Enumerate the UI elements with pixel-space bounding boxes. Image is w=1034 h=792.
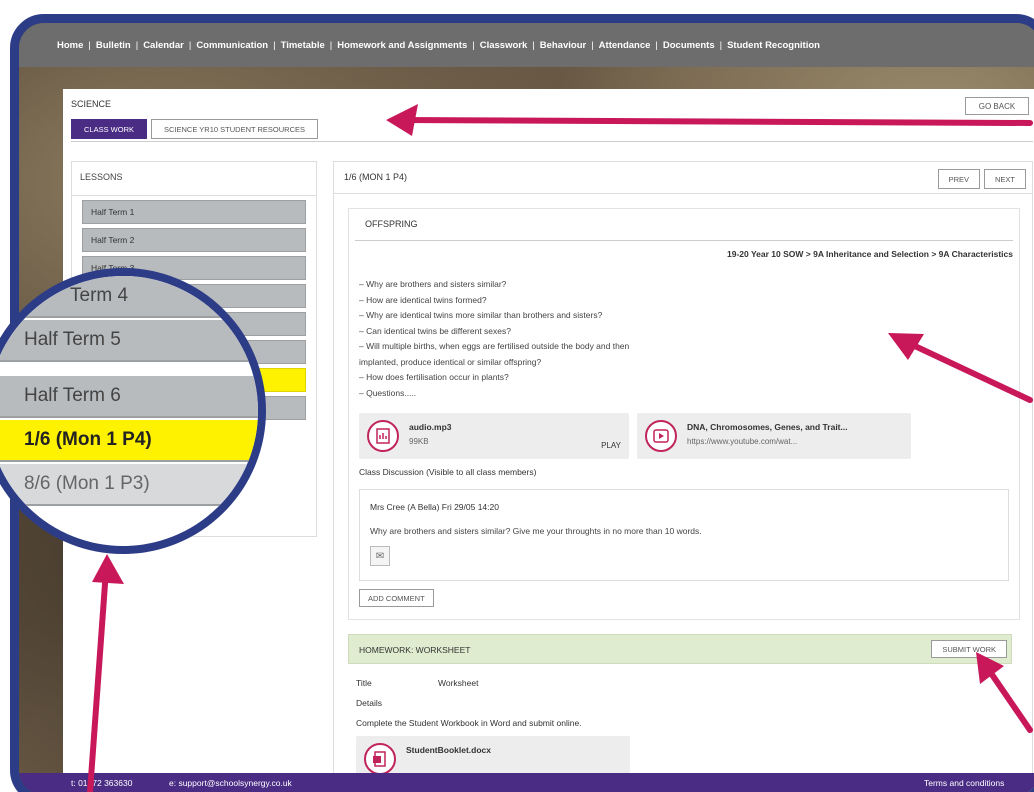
audio-filesize: 99KB: [409, 437, 429, 446]
lesson-item-half-term-2[interactable]: Half Term 2: [82, 228, 306, 252]
question-line: – Can identical twins be different sexes…: [359, 325, 511, 336]
go-back-button[interactable]: GO BACK: [965, 97, 1029, 115]
tab-bar: CLASS WORK SCIENCE YR10 STUDENT RESOURCE…: [71, 119, 319, 139]
question-line: – How are identical twins formed?: [359, 294, 487, 305]
curriculum-path: 19-20 Year 10 SOW > 9A Inheritance and S…: [727, 249, 1013, 259]
discussion-label: Class Discussion (Visible to all class m…: [359, 467, 537, 477]
tab-divider: [71, 141, 1033, 142]
footer-email[interactable]: e: support@schoolsynergy.co.uk: [169, 778, 292, 788]
nav-home[interactable]: Home: [57, 40, 83, 51]
nav-bulletin[interactable]: Bulletin: [96, 40, 131, 51]
nav-homework[interactable]: Homework and Assignments: [337, 40, 467, 51]
submit-work-button[interactable]: SUBMIT WORK: [931, 640, 1007, 658]
zoom-item-term-4: Term 4: [0, 276, 258, 318]
reply-icon[interactable]: ✉: [370, 546, 390, 566]
comment-author: Mrs Cree (A Bella) Fri 29/05 14:20: [370, 502, 499, 512]
nav-timetable[interactable]: Timetable: [281, 40, 325, 51]
tab-student-resources[interactable]: SCIENCE YR10 STUDENT RESOURCES: [151, 119, 319, 139]
homework-heading: HOMEWORK: WORKSHEET: [359, 645, 471, 655]
lessons-heading: LESSONS: [72, 162, 316, 196]
document-icon: [364, 743, 396, 775]
tab-class-work[interactable]: CLASS WORK: [71, 119, 148, 139]
footer-terms[interactable]: Terms and conditions: [924, 778, 1004, 788]
lesson-content: 1/6 (MON 1 P4) PREV NEXT OFFSPRING 19-20…: [333, 161, 1033, 792]
question-line: – How does fertilisation occur in plants…: [359, 372, 509, 382]
video-title: DNA, Chromosomes, Genes, and Trait...: [687, 422, 848, 432]
lesson-breadcrumb: 1/6 (MON 1 P4): [344, 172, 408, 182]
homework-details-label: Details: [356, 698, 382, 708]
lesson-title: OFFSPRING: [355, 209, 1013, 241]
zoom-item-half-term-6: Half Term 6: [0, 376, 258, 418]
video-url: https://www.youtube.com/wat...: [687, 437, 798, 446]
nav-attendance[interactable]: Attendance: [599, 40, 651, 51]
comment-text: Why are brothers and sisters similar? Gi…: [370, 526, 702, 536]
add-comment-button[interactable]: ADD COMMENT: [359, 589, 434, 607]
homework-bar: HOMEWORK: WORKSHEET SUBMIT WORK: [348, 634, 1012, 664]
audio-filename: audio.mp3: [409, 422, 452, 432]
worksheet-filename: StudentBooklet.docx: [406, 745, 492, 755]
audio-attachment[interactable]: audio.mp3 99KB PLAY: [359, 413, 629, 459]
lesson-card: OFFSPRING 19-20 Year 10 SOW > 9A Inherit…: [348, 208, 1020, 620]
footer-phone: t: 01272 363630: [71, 778, 133, 788]
play-button[interactable]: PLAY: [601, 441, 621, 450]
nav-calendar[interactable]: Calendar: [143, 40, 184, 51]
page-title: SCIENCE: [71, 99, 112, 109]
video-play-icon: [645, 420, 677, 452]
zoom-item-half-term-5: Half Term 5: [0, 320, 258, 362]
nav-communication[interactable]: Communication: [196, 40, 268, 51]
next-button[interactable]: NEXT: [983, 169, 1026, 189]
video-attachment[interactable]: DNA, Chromosomes, Genes, and Trait... ht…: [637, 413, 911, 459]
nav-behaviour[interactable]: Behaviour: [540, 40, 586, 51]
nav-classwork[interactable]: Classwork: [480, 40, 528, 51]
footer-bar: t: 01272 363630 e: support@schoolsynergy…: [19, 773, 1034, 792]
nav-student-recognition[interactable]: Student Recognition: [727, 40, 820, 51]
discussion-box: Mrs Cree (A Bella) Fri 29/05 14:20 Why a…: [359, 489, 1009, 581]
top-navigation: Home | Bulletin | Calendar | Communication |…: [19, 23, 1034, 67]
nav-documents[interactable]: Documents: [663, 40, 715, 51]
question-line: implanted, produce identical or similar …: [359, 356, 542, 367]
question-line: – Why are identical twins more similar t…: [359, 310, 603, 320]
zoom-item-next: 8/6 (Mon 1 P3): [0, 464, 258, 506]
question-list: – Why are brothers and sisters similar? …: [359, 277, 779, 401]
lesson-header: 1/6 (MON 1 P4) PREV NEXT: [334, 162, 1032, 194]
prev-button[interactable]: PREV: [937, 169, 980, 189]
question-line: – Questions.....: [359, 387, 417, 398]
audio-file-icon: [367, 420, 399, 452]
lesson-item-half-term-1[interactable]: Half Term 1: [82, 200, 306, 224]
homework-title-value: Worksheet: [438, 678, 479, 688]
question-line: – Will multiple births, when eggs are fe…: [359, 341, 630, 351]
zoom-item-selected: 1/6 (Mon 1 P4): [0, 420, 258, 462]
homework-title-label: Title: [356, 678, 372, 688]
homework-details-text: Complete the Student Workbook in Word an…: [356, 718, 582, 728]
question-line: – Why are brothers and sisters similar?: [359, 279, 507, 289]
